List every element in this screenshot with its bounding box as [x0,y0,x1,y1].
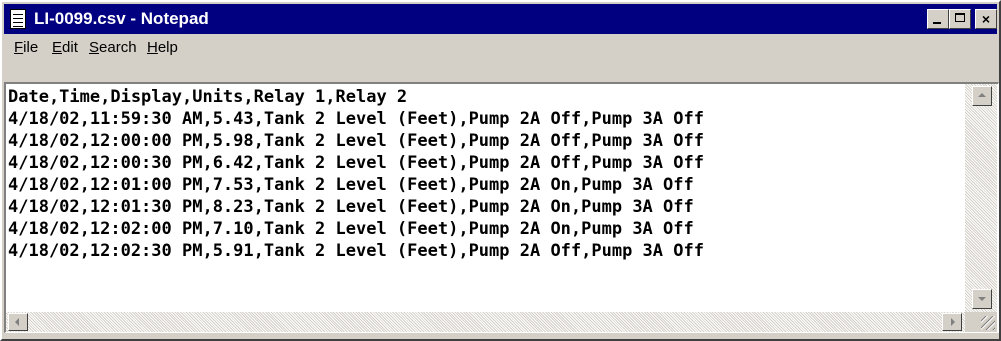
text-line[interactable]: 4/18/02,12:00:30 PM,6.42,Tank 2 Level (F… [8,152,964,174]
notepad-icon[interactable] [10,9,26,29]
document-text[interactable]: Date,Time,Display,Units,Relay 1,Relay 2 … [8,86,964,308]
window-title: LI-0099.csv - Notepad [34,9,209,28]
close-icon: × [981,11,991,27]
minimize-button[interactable] [927,9,949,29]
size-grip-icon[interactable] [965,312,997,332]
menu-file[interactable]: File [14,39,38,57]
scroll-right-button[interactable] [942,313,962,331]
maximize-button[interactable] [949,9,971,29]
text-line[interactable]: 4/18/02,12:02:30 PM,5.91,Tank 2 Level (F… [8,240,964,262]
arrow-up-icon [978,93,986,97]
arrow-left-icon [15,318,19,326]
text-line[interactable]: 4/18/02,12:01:00 PM,7.53,Tank 2 Level (F… [8,174,964,196]
maximize-icon [955,13,965,22]
menu-edit[interactable]: Edit [52,39,78,57]
text-line[interactable]: 4/18/02,11:59:30 AM,5.43,Tank 2 Level (F… [8,108,964,130]
scroll-up-button[interactable] [972,86,992,106]
scroll-left-button[interactable] [8,313,28,331]
minimize-icon [933,22,941,24]
close-button[interactable]: × [975,9,997,29]
menu-help[interactable]: Help [147,39,178,57]
vertical-scrollbar[interactable] [965,84,997,312]
text-line[interactable]: 4/18/02,12:01:30 PM,8.23,Tank 2 Level (F… [8,196,964,218]
text-line[interactable]: Date,Time,Display,Units,Relay 1,Relay 2 [8,86,964,108]
notepad-window: LI-0099.csv - Notepad × File Edit Search… [0,0,1001,341]
text-line[interactable]: 4/18/02,12:00:00 PM,5.98,Tank 2 Level (F… [8,130,964,152]
menu-bar: File Edit Search Help [4,35,997,61]
title-bar[interactable]: LI-0099.csv - Notepad × [4,4,997,34]
arrow-down-icon [978,297,986,301]
text-line[interactable]: 4/18/02,12:02:00 PM,7.10,Tank 2 Level (F… [8,218,964,240]
text-editor[interactable]: Date,Time,Display,Units,Relay 1,Relay 2 … [4,82,999,333]
menu-search[interactable]: Search [89,39,137,57]
arrow-right-icon [951,318,955,326]
horizontal-scrollbar[interactable] [6,312,965,332]
scroll-down-button[interactable] [972,289,992,309]
